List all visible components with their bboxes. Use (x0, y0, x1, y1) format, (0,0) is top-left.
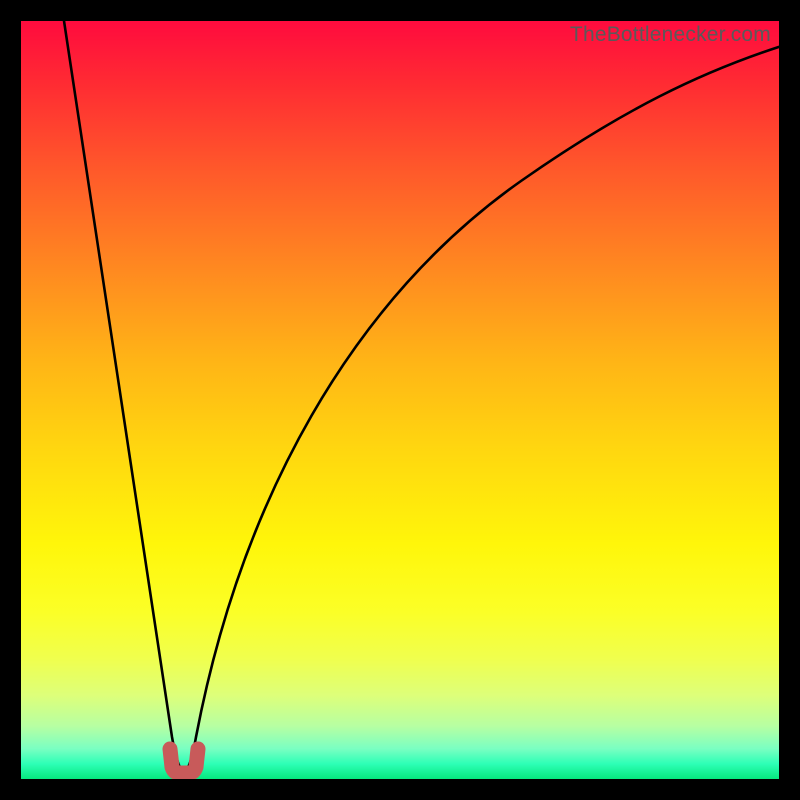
chart-frame: TheBottlenecker.com (0, 0, 800, 800)
plot-area: TheBottlenecker.com (21, 21, 779, 779)
bottleneck-curve (61, 21, 779, 771)
curve-layer (21, 21, 779, 779)
minimum-marker (170, 749, 198, 773)
watermark-text: TheBottlenecker.com (570, 23, 771, 47)
